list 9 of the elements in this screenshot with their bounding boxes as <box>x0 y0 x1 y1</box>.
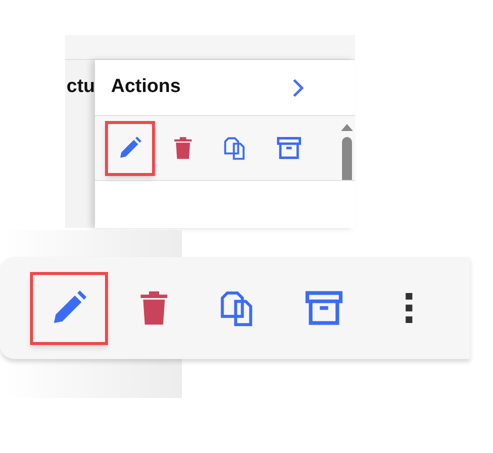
more-icon <box>405 293 413 323</box>
scrollbar[interactable] <box>341 124 353 180</box>
column-header: ctu <box>66 75 95 100</box>
archive-icon <box>304 288 344 328</box>
edit-button[interactable] <box>30 272 108 344</box>
panel-title: Actions <box>111 75 181 100</box>
edit-button[interactable] <box>105 120 155 176</box>
archive-icon <box>276 135 302 161</box>
chevron-right-icon[interactable] <box>291 76 305 98</box>
